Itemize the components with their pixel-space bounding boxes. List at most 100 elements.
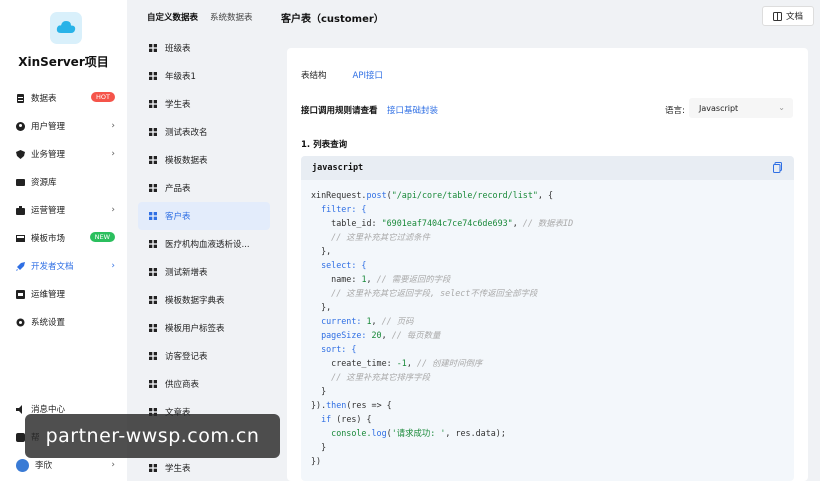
grid-icon [149, 128, 157, 136]
table-list-item[interactable]: 年级表1 [138, 62, 270, 90]
main-menu: 数据表 HOT 用户管理 › 业务管理 › 资源库 运营管理 › 模板市场 NE… [0, 84, 127, 336]
book-icon [772, 11, 782, 21]
menu-item-developer-docs[interactable]: 开发者文档 › [0, 252, 127, 280]
code-token: , res.data); [445, 428, 506, 438]
menu-item-user-management[interactable]: 用户管理 › [0, 112, 127, 140]
menu-item-data-tables[interactable]: 数据表 HOT [0, 84, 127, 112]
menu-label: 模板市场 [31, 234, 66, 244]
code-token: }) [311, 456, 322, 466]
tab-custom-tables[interactable]: 自定义数据表 [147, 11, 198, 23]
copy-icon[interactable] [773, 162, 782, 173]
database-icon [16, 93, 25, 103]
code-token: , { [537, 190, 554, 200]
menu-item-business-management[interactable]: 业务管理 › [0, 140, 127, 168]
table-list-item[interactable]: 客户表 [138, 202, 270, 230]
menu-label: 资源库 [31, 178, 57, 188]
table-name: 客户表 [165, 212, 191, 222]
menu-item-resources[interactable]: 资源库 [0, 168, 127, 196]
table-name: 供应商表 [165, 380, 200, 390]
brand-name: XinServer项目 [18, 55, 109, 69]
language-select[interactable]: Javascript ⌄ [689, 98, 793, 118]
table-name: 测试新增表 [165, 268, 208, 278]
code-token: }, [321, 302, 332, 312]
table-list-item[interactable]: 学生表 [138, 90, 270, 118]
code-token: create_time: [331, 358, 397, 368]
briefcase-icon [16, 205, 25, 215]
docs-button[interactable]: 文档 [762, 6, 814, 26]
code-token: name: [331, 274, 362, 284]
code-token: then [326, 400, 347, 410]
grid-icon [149, 324, 157, 332]
code-token: filter: { [321, 204, 367, 214]
menu-item-template-market[interactable]: 模板市场 NEW [0, 224, 127, 252]
code-token: (res => { [346, 400, 392, 410]
table-list-item[interactable]: 班级表 [138, 34, 270, 62]
code-token: pageSize: [321, 330, 372, 340]
speaker-icon [16, 404, 25, 414]
table-name: 访客登记表 [165, 352, 208, 362]
table-list-item[interactable]: 模板数据表 [138, 146, 270, 174]
tab-table-structure[interactable]: 表结构 [301, 68, 327, 82]
docs-button-label: 文档 [785, 12, 803, 22]
tab-api[interactable]: API接口 [353, 68, 383, 82]
code-comment: // 这里补充其它排序字段 [331, 372, 431, 382]
chevron-right-icon: › [111, 205, 115, 215]
language-label: 语言: [665, 106, 685, 116]
avatar [16, 458, 29, 472]
code-comment: // 数据表ID [522, 218, 574, 228]
code-token: current: [321, 316, 367, 326]
table-list-item[interactable]: 模板用户标签表 [138, 314, 270, 342]
table-list-item[interactable]: 访客登记表 [138, 342, 270, 370]
chevron-down-icon: ⌄ [778, 103, 785, 112]
code-token: } [321, 386, 327, 396]
menu-item-operations[interactable]: 运营管理 › [0, 196, 127, 224]
grid-icon [149, 184, 157, 192]
card-tabs: 表结构 API接口 [301, 68, 383, 82]
code-language: javascript [312, 163, 364, 173]
table-name: 测试表改名 [165, 128, 208, 138]
rules-text: 接口调用规则请查看 [301, 106, 378, 116]
grid-icon [149, 380, 157, 388]
table-name: 班级表 [165, 44, 191, 54]
menu-label: 业务管理 [31, 150, 66, 160]
code-token: '请求成功: ' [391, 428, 446, 438]
menu-label: 开发者文档 [31, 262, 74, 272]
main-sidebar: XinServer项目 数据表 HOT 用户管理 › 业务管理 › 资源库 运营… [0, 0, 127, 481]
help-icon [16, 432, 25, 442]
menu-label: 用户管理 [31, 122, 66, 132]
code-token: table_id: [331, 218, 382, 228]
table-name: 学生表 [165, 464, 191, 474]
table-list-item[interactable]: 学生表 [138, 454, 270, 481]
section-title: 1. 列表查询 [301, 140, 348, 150]
menu-item-system-settings[interactable]: 系统设置 [0, 308, 127, 336]
template-icon [16, 234, 25, 243]
server-icon [16, 289, 25, 299]
user-icon [16, 121, 25, 131]
code-comment: // 页码 [381, 316, 414, 326]
code-token: , [371, 316, 382, 326]
grid-icon [149, 268, 157, 276]
code-token: xinRequest. [311, 190, 367, 200]
table-name: 模板用户标签表 [165, 324, 225, 334]
code-token: if [321, 414, 332, 424]
chevron-right-icon: › [111, 460, 115, 470]
menu-item-devops[interactable]: 运维管理 [0, 280, 127, 308]
chevron-right-icon: › [111, 121, 115, 131]
watermark: partner-wwsp.com.cn [25, 414, 280, 458]
table-list-item[interactable]: 测试表改名 [138, 118, 270, 146]
table-list-item[interactable]: 医疗机构血液透析设... [138, 230, 270, 258]
table-list-item[interactable]: 模板数据字典表 [138, 286, 270, 314]
grid-icon [149, 352, 157, 360]
code-token: log [371, 428, 387, 438]
grid-icon [149, 156, 157, 164]
code-token: } [321, 442, 327, 452]
table-name: 模板数据字典表 [165, 296, 225, 306]
grid-icon [149, 240, 157, 248]
page-title: 客户表（customer） [281, 14, 384, 25]
tab-system-tables[interactable]: 系统数据表 [210, 11, 253, 23]
table-list-item[interactable]: 供应商表 [138, 370, 270, 398]
rules-link[interactable]: 接口基础封装 [387, 104, 438, 116]
code-block: javascript xinRequest.post("/api/core/ta… [301, 156, 794, 481]
table-list-item[interactable]: 产品表 [138, 174, 270, 202]
table-list-item[interactable]: 测试新增表 [138, 258, 270, 286]
